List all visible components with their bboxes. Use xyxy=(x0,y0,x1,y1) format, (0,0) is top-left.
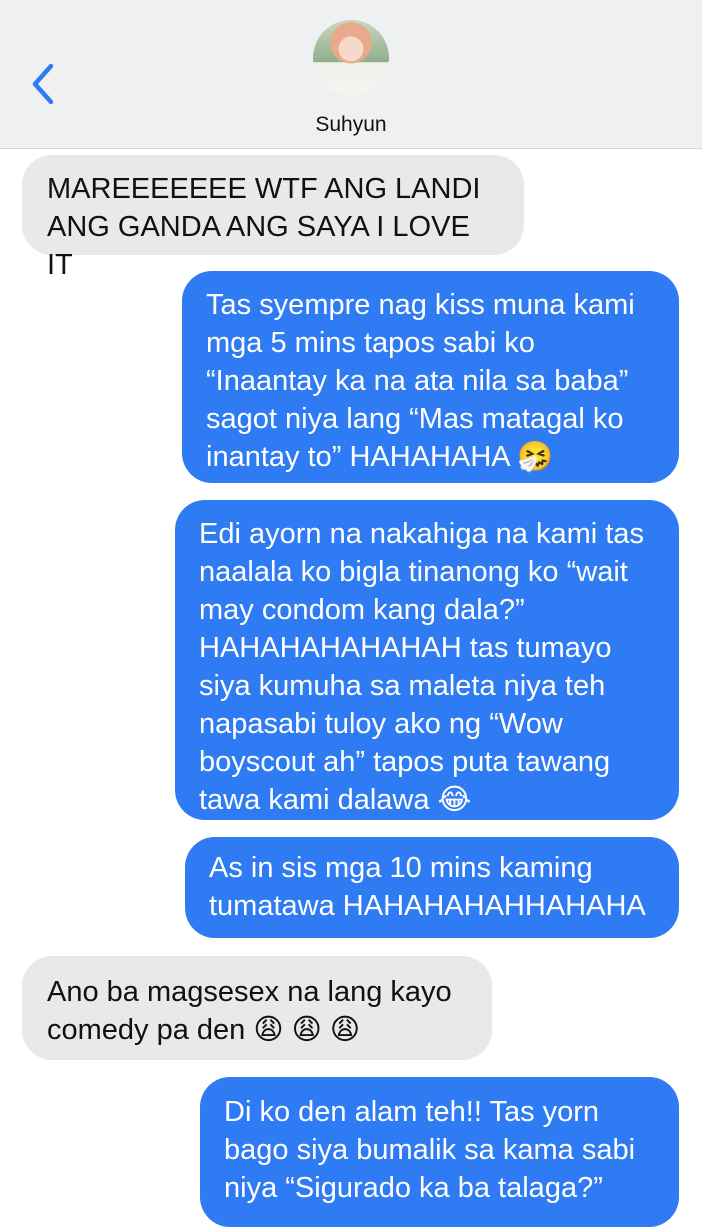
message-bubble-incoming[interactable]: MAREEEEEEE WTF ANG LANDI ANG GANDA ANG S… xyxy=(22,155,524,281)
chevron-left-icon xyxy=(32,63,54,105)
conversation-header: Suhyun xyxy=(0,0,702,149)
message-bubble-outgoing[interactable]: Di ko den alam teh!! Tas yorn bago siya … xyxy=(200,1077,679,1227)
message-bubble-outgoing[interactable]: As in sis mga 10 mins kaming tumatawa HA… xyxy=(185,837,679,938)
message-bubble-incoming[interactable]: Ano ba magsesex na lang kayo comedy pa d… xyxy=(22,956,492,1060)
contact-avatar[interactable] xyxy=(313,20,389,96)
back-button[interactable] xyxy=(26,62,62,106)
contact-name[interactable]: Suhyun xyxy=(0,113,702,137)
message-bubble-outgoing[interactable]: Edi ayorn na nakahiga na kami tas naalal… xyxy=(175,500,679,820)
message-bubble-outgoing[interactable]: Tas syempre nag kiss muna kami mga 5 min… xyxy=(182,271,679,483)
